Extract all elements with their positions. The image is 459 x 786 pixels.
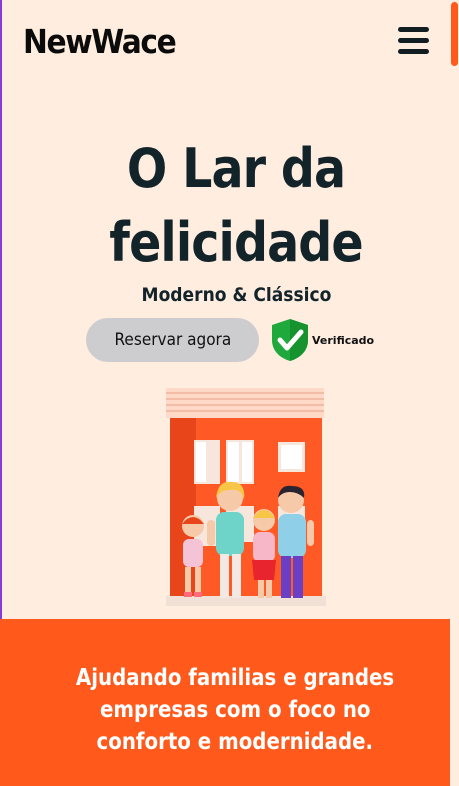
family-house-illustration (166, 388, 326, 606)
mission-text-line2: empresas com o foco no (99, 697, 371, 723)
hamburger-icon-bar (398, 49, 429, 54)
verified-label: Verificado (312, 334, 375, 347)
site-header: NewWace (0, 0, 450, 86)
mission-text: Ajudando familias e grandes empresas com… (25, 662, 445, 758)
hamburger-icon-bar (398, 27, 429, 32)
mission-banner: Ajudando familias e grandes empresas com… (0, 619, 450, 786)
book-now-label: Reservar agora (114, 330, 231, 350)
mission-text-line1: Ajudando familias e grandes (75, 665, 395, 691)
hero-title-line1: O Lar da (126, 137, 346, 200)
verified-badge: Verificado (270, 318, 400, 362)
hamburger-icon-bar (398, 38, 429, 43)
hero-subtitle-text: Moderno & Clássico (141, 284, 331, 306)
shield-check-icon (272, 319, 308, 361)
scrollbar-thumb[interactable] (451, 2, 458, 66)
mission-text-line3: conforto e modernidade. (96, 729, 374, 755)
hamburger-menu-button[interactable] (398, 27, 430, 55)
hero-title: O Lar da felicidade (40, 132, 432, 280)
site-logo[interactable]: NewWace (23, 20, 177, 64)
scrollbar-track[interactable] (450, 0, 459, 786)
hero-subtitle: Moderno & Clássico (40, 282, 432, 308)
left-edge-line (0, 0, 2, 620)
hero-title-line2: felicidade (109, 211, 363, 274)
book-now-button[interactable]: Reservar agora (86, 318, 259, 362)
